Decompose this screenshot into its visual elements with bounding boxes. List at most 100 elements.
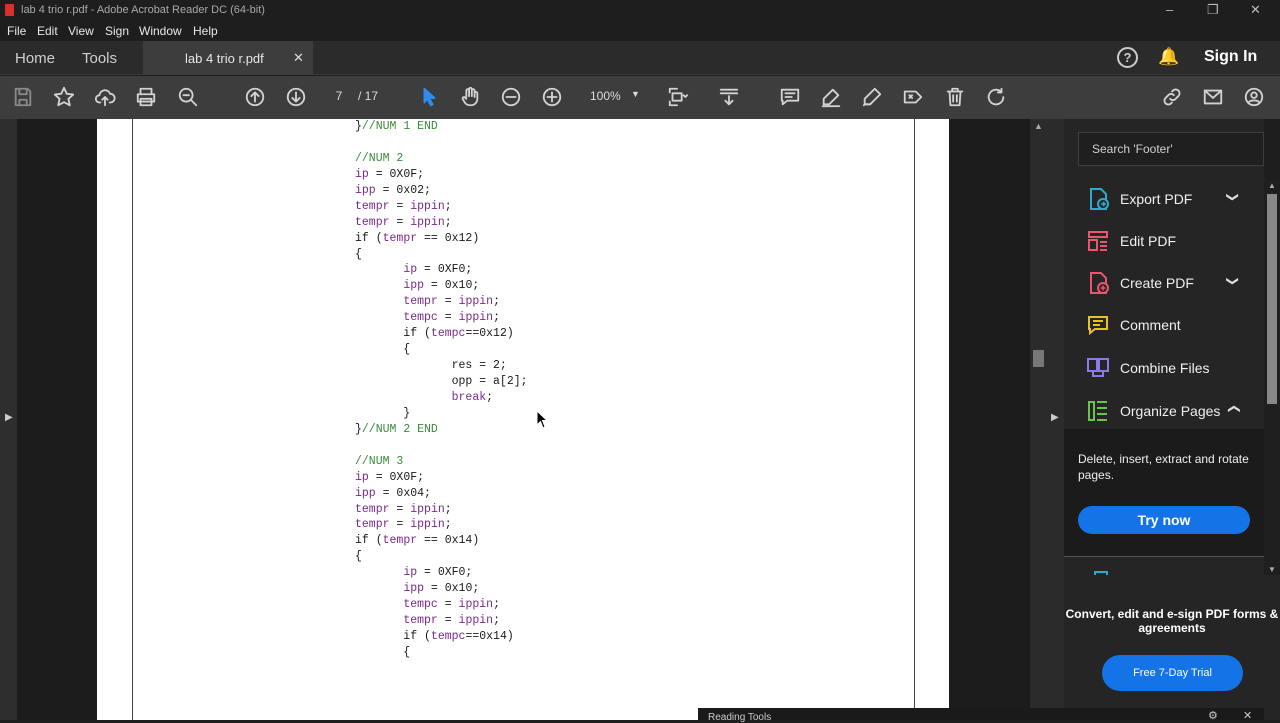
code-token: if (	[355, 327, 431, 341]
menu-window[interactable]: Window	[139, 24, 182, 38]
export-pdf-icon	[1090, 188, 1109, 210]
tab-document[interactable]: lab 4 trio r.pdf ✕	[143, 41, 313, 75]
title-bar: lab 4 trio r.pdf - Adobe Acrobat Reader …	[0, 0, 1280, 21]
chevron-down-icon[interactable]: ❯	[1226, 192, 1240, 202]
code-token: = 0XF0;	[417, 263, 473, 277]
menu-edit[interactable]: Edit	[37, 24, 58, 38]
code-token: {	[355, 247, 362, 261]
stamp-icon[interactable]	[900, 84, 926, 110]
code-token: }	[355, 120, 362, 133]
delete-icon[interactable]	[942, 84, 968, 110]
gear-icon[interactable]: ⚙	[1208, 709, 1218, 722]
zoom-in-icon[interactable]	[539, 84, 565, 110]
code-token: tempr	[382, 534, 418, 548]
hand-tool-icon[interactable]	[457, 84, 483, 110]
tool-organize-pages[interactable]: Organize Pages ❯	[1086, 396, 1264, 426]
next-page-icon[interactable]	[283, 84, 309, 110]
tools-pane-scrollbar[interactable]: ▲ ▼	[1264, 180, 1280, 575]
code-token: tempr	[355, 215, 390, 229]
chevron-up-icon[interactable]: ❯	[1226, 404, 1240, 414]
bookmark-star-icon[interactable]	[51, 84, 77, 110]
tool-comment[interactable]: Comment	[1086, 310, 1264, 340]
divider	[1064, 556, 1264, 557]
share-link-icon[interactable]	[1159, 84, 1185, 110]
email-icon[interactable]	[1200, 84, 1226, 110]
scroll-down-icon[interactable]: ▼	[1268, 565, 1276, 574]
bell-icon[interactable]: 🔔	[1158, 47, 1179, 67]
code-line: if (tempr == 0x14)	[355, 533, 528, 549]
code-line: {	[355, 549, 528, 565]
tab-home[interactable]: Home	[15, 50, 55, 67]
previous-page-icon[interactable]	[242, 84, 268, 110]
minimize-button[interactable]: –	[1166, 2, 1173, 17]
code-line: tempr = ippin;	[355, 502, 528, 518]
comment-tool-icon[interactable]	[777, 84, 803, 110]
menu-file[interactable]: File	[7, 24, 26, 38]
code-token: if (	[355, 630, 431, 643]
right-pane-toggle: ▶	[1047, 119, 1064, 720]
add-user-icon[interactable]	[1241, 84, 1267, 110]
maximize-button[interactable]: ❐	[1207, 2, 1219, 18]
code-token: = 0x10;	[424, 279, 480, 293]
rotate-icon[interactable]	[983, 84, 1009, 110]
free-trial-button[interactable]: Free 7-Day Trial	[1102, 655, 1243, 691]
scroll-up-icon[interactable]: ▲	[1034, 121, 1043, 131]
save-icon[interactable]	[10, 84, 36, 110]
print-icon[interactable]	[133, 84, 159, 110]
zoom-dropdown-icon[interactable]: ▼	[631, 89, 640, 99]
scrollbar-thumb[interactable]	[1033, 350, 1044, 367]
collapse-right-pane-icon[interactable]: ▶	[1051, 412, 1059, 423]
toast-title: Reading Tools	[708, 712, 772, 723]
tool-edit-pdf[interactable]: Edit PDF	[1086, 226, 1264, 256]
code-listing: }//NUM 1 END //NUM 2 ip = 0X0F; ipp = 0x02…	[355, 119, 528, 661]
tool-label: Export PDF	[1120, 191, 1193, 207]
zoom-level-select[interactable]: 100%	[590, 89, 621, 103]
code-token: tempr	[355, 199, 390, 213]
code-token: tempc	[403, 311, 438, 325]
zoom-out-icon[interactable]	[498, 84, 524, 110]
fit-page-icon[interactable]	[665, 84, 691, 110]
help-icon[interactable]: ?	[1117, 47, 1138, 68]
code-token: {	[355, 343, 411, 357]
search-icon[interactable]	[175, 84, 201, 110]
code-token: ippin	[410, 215, 445, 229]
code-token: ipp	[355, 183, 376, 197]
sign-icon[interactable]	[859, 84, 885, 110]
code-token: break	[451, 390, 487, 404]
menu-view[interactable]: View	[68, 24, 94, 38]
select-cursor-icon[interactable]	[416, 84, 442, 110]
tools-search-input[interactable]: Search 'Footer'	[1078, 132, 1264, 166]
code-token: = 0x02;	[375, 183, 431, 197]
tool-create-pdf[interactable]: Create PDF ❯	[1086, 268, 1264, 298]
tool-export-pdf[interactable]: Export PDF ❯	[1086, 184, 1264, 214]
organize-pages-description: Delete, insert, extract and rotate pages…	[1078, 452, 1249, 482]
tab-tools[interactable]: Tools	[82, 50, 117, 67]
scroll-up-icon[interactable]: ▲	[1268, 181, 1276, 190]
code-token: tempc	[430, 630, 466, 643]
close-window-button[interactable]: ✕	[1250, 2, 1261, 18]
organize-pages-icon	[1088, 401, 1107, 421]
scroll-mode-icon[interactable]	[716, 84, 742, 110]
chevron-down-icon[interactable]: ❯	[1226, 276, 1240, 286]
expand-left-pane-icon[interactable]: ▶	[5, 412, 13, 423]
tool-combine-files[interactable]: Combine Files	[1086, 353, 1264, 383]
try-now-button[interactable]: Try now	[1078, 506, 1250, 534]
code-token: ippin	[458, 598, 494, 612]
cloud-upload-icon[interactable]	[92, 84, 118, 110]
sign-in-button[interactable]: Sign In	[1204, 48, 1257, 66]
code-line: {	[355, 645, 528, 661]
close-tab-icon[interactable]: ✕	[293, 50, 304, 66]
close-icon[interactable]: ✕	[1243, 709, 1252, 722]
code-line: //NUM 3	[355, 454, 528, 470]
page-number-input[interactable]: 7	[325, 84, 353, 108]
menu-sign[interactable]: Sign	[105, 24, 129, 38]
highlight-pen-icon[interactable]	[818, 84, 844, 110]
code-line: ip = 0X0F;	[355, 470, 528, 486]
document-scrollbar[interactable]: ▲	[1030, 119, 1047, 720]
code-line: }	[355, 406, 528, 422]
scrollbar-thumb[interactable]	[1267, 194, 1277, 404]
menu-help[interactable]: Help	[193, 24, 218, 38]
